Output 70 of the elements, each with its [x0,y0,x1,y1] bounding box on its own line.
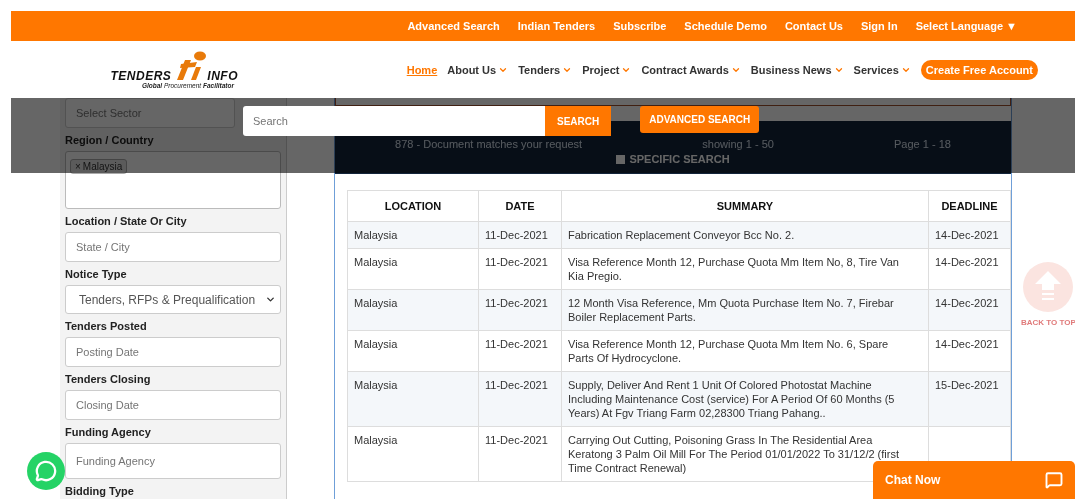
table-cell: 11-Dec-2021 [478,221,562,249]
language-selector[interactable]: Select Language ▼ [915,20,1017,32]
tag-chip[interactable]: × Malaysia [70,159,128,174]
column-header: SUMMARY [561,190,929,222]
table-cell: 14-Dec-2021 [928,248,1011,290]
top-link[interactable]: Subscribe [613,20,667,32]
notice-type-select[interactable]: Tenders, RFPs & Prequalification [65,285,281,314]
table-cell: 15-Dec-2021 [928,371,1011,427]
table-cell: 14-Dec-2021 [928,330,1011,372]
table-cell: Malaysia [347,426,479,482]
filter-label: Location / State Or City [65,215,188,227]
table-cell: Malaysia [347,248,479,290]
table-cell: 11-Dec-2021 [478,371,562,427]
filter-label: Tenders Closing [65,373,152,385]
table-cell: 11-Dec-2021 [478,248,562,290]
table-cell: 11-Dec-2021 [478,289,562,331]
chat-bubble-icon [35,460,57,482]
table-cell: 11-Dec-2021 [478,330,562,372]
top-link[interactable]: Sign In [860,20,898,32]
nav-link[interactable]: Contract Awards [641,63,741,76]
nav-link[interactable]: Business News [750,63,844,76]
column-header: DEADLINE [928,190,1011,222]
filter-label: Region / Country [65,134,155,146]
tag-field[interactable]: × Malaysia [65,151,281,209]
table-cell: Supply, Deliver And Rent 1 Unit Of Colored Photostat Machine Including Maintenance Cost (service) For A Period Of 60 Months (5 Years) At Fgv Triang Farm 02,28300 Triang Pahang.. [561,371,929,427]
advanced-search-button[interactable]: ADVANCED SEARCH [640,106,760,133]
table-cell: Malaysia [347,330,479,372]
table-cell: 14-Dec-2021 [928,289,1011,331]
logo-text: TENDERS [110,70,172,82]
table-cell: 14-Dec-2021 [928,221,1011,249]
nav-link[interactable]: Home [406,63,438,76]
results-page: Page 1 - 18 [894,138,951,150]
search-field[interactable]: Search [243,106,545,136]
chat-bubble-icon [1045,471,1063,489]
top-link[interactable]: Indian Tenders [517,20,596,32]
chevron-down-icon [265,294,276,305]
filter-label: Notice Type [65,268,128,280]
filter-field[interactable]: State / City [65,232,281,262]
table-cell: Fabrication Replacement Conveyor Bcc No. 2. [561,221,929,249]
table-cell: Malaysia [347,371,479,427]
column-header: LOCATION [347,190,479,222]
results-count: 878 - Document matches your request [395,138,583,150]
top-link[interactable]: Schedule Demo [684,20,767,32]
nav-link[interactable]: About Us [447,63,509,76]
whatsapp-button[interactable] [27,452,65,490]
filter-field[interactable]: Posting Date [65,337,281,367]
specific-search-checkbox[interactable]: SPECIFIC SEARCH [616,153,730,165]
nav-link[interactable]: Services [853,63,911,76]
search-button[interactable]: SEARCH [545,106,612,136]
top-link[interactable]: Contact Us [784,20,843,32]
filter-field[interactable]: Closing Date [65,390,281,420]
top-link[interactable]: Advanced Search [407,20,500,32]
filter-label: Tenders Posted [65,320,148,332]
filter-field[interactable]: Funding Agency [65,443,281,479]
table-cell: 11-Dec-2021 [478,426,562,482]
filter-label: Bidding Type [65,485,135,497]
logo-text: INFO [207,70,238,82]
nav-link[interactable]: Tenders [518,63,573,76]
column-header: DATE [478,190,562,222]
filter-label: Funding Agency [65,426,152,438]
create-account-button[interactable]: Create Free Account [920,59,1038,80]
nav-link[interactable]: Project [582,63,632,76]
table-cell: 12 Month Visa Reference, Mm Quota Purchase Item No. 7, Firebar Boiler Replacement Parts. [561,289,929,331]
table-cell: Visa Reference Month 12, Purchase Quota Mm Item No, 8, Tire Van Kia Pregio. [561,248,929,290]
table-cell: Malaysia [347,289,479,331]
results-showing: showing 1 - 50 [702,138,774,150]
table-cell: Visa Reference Month 12, Purchase Quota Mm Item No. 6, Spare Parts Of Hydrocyclone. [561,330,929,372]
table-cell: Malaysia [347,221,479,249]
back-to-top-link[interactable]: BACK TO TOP [1021,262,1075,327]
chat-now-button[interactable]: Chat Now [873,461,1075,499]
